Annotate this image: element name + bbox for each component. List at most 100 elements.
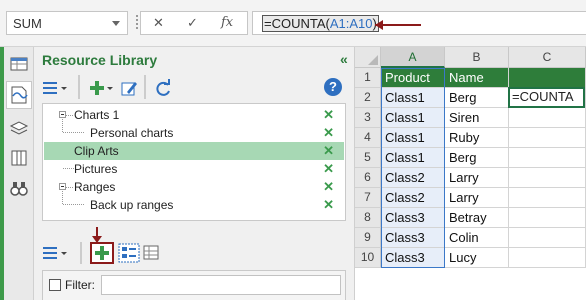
navigation-pane-button[interactable] (8, 53, 30, 75)
grid-view-icon (143, 245, 159, 260)
filter-label: Filter: (65, 278, 95, 292)
collapse-icon[interactable] (59, 183, 66, 190)
row-header-8[interactable]: 8 (355, 208, 381, 228)
cell-c6[interactable] (509, 168, 586, 188)
cell-b3[interactable]: Siren (445, 108, 509, 128)
content-menu-button[interactable] (40, 242, 70, 264)
filter-checkbox[interactable] (49, 279, 61, 291)
cell-b1[interactable]: Name (445, 68, 509, 88)
help-icon[interactable]: ? (324, 78, 342, 96)
cell-b8[interactable]: Betray (445, 208, 509, 228)
row-header-10[interactable]: 10 (355, 248, 381, 268)
cell-a4[interactable]: Class1 (381, 128, 445, 148)
delete-icon[interactable]: ✕ (323, 143, 334, 159)
tree-item-label: Clip Arts (74, 144, 119, 158)
add-icon (95, 246, 109, 260)
worksheet-grid: A B C 1ProductName2Class1Berg=COUNTA3Cla… (355, 47, 586, 300)
cell-c9[interactable] (509, 228, 586, 248)
collapse-icon[interactable] (59, 111, 66, 118)
add-icon (90, 81, 113, 95)
tree-item-label: Charts 1 (74, 108, 120, 122)
row-header-2[interactable]: 2 (355, 88, 381, 108)
row-header-9[interactable]: 9 (355, 228, 381, 248)
cell-b4[interactable]: Ruby (445, 128, 509, 148)
row-header-3[interactable]: 3 (355, 108, 381, 128)
select-all-button[interactable] (355, 47, 381, 68)
formula-input[interactable]: =COUNTA(A1:A10) (252, 11, 586, 35)
delete-icon[interactable]: ✕ (323, 197, 334, 213)
cell-a10[interactable]: Class3 (381, 248, 445, 268)
find-replace-button[interactable] (8, 177, 30, 199)
enter-icon[interactable]: ✓ (187, 15, 198, 31)
delete-icon[interactable]: ✕ (323, 107, 334, 123)
delete-icon[interactable]: ✕ (323, 125, 334, 141)
cell-c4[interactable] (509, 128, 586, 148)
cell-b10[interactable]: Lucy (445, 248, 509, 268)
cell-a2[interactable]: Class1 (381, 88, 445, 108)
cell-a7[interactable]: Class2 (381, 188, 445, 208)
resource-library-panel: Resource Library « ? Charts 1 ✕ Personal… (34, 47, 355, 300)
cell-a1[interactable]: Product (381, 68, 445, 88)
cell-a3[interactable]: Class1 (381, 108, 445, 128)
cell-c8[interactable] (509, 208, 586, 228)
cell-b2[interactable]: Berg (445, 88, 509, 108)
row-header-6[interactable]: 6 (355, 168, 381, 188)
delete-icon[interactable]: ✕ (323, 179, 334, 195)
cell-b9[interactable]: Colin (445, 228, 509, 248)
add-content-button[interactable] (90, 242, 114, 264)
name-manager-button[interactable] (8, 117, 30, 139)
delete-icon[interactable]: ✕ (323, 161, 334, 177)
cancel-icon[interactable]: ✕ (153, 15, 164, 31)
tree-item-clip-arts[interactable]: Clip Arts ✕ (44, 142, 344, 160)
formula-buttons: ✕ ✓ fx (140, 11, 248, 35)
tree-line (66, 187, 74, 188)
cell-c5[interactable] (509, 148, 586, 168)
binoculars-icon (10, 182, 28, 196)
cell-b6[interactable]: Larry (445, 168, 509, 188)
row-header-1[interactable]: 1 (355, 68, 381, 88)
cell-a5[interactable]: Class1 (381, 148, 445, 168)
row-header-5[interactable]: 5 (355, 148, 381, 168)
collapse-panel-icon[interactable]: « (340, 51, 348, 67)
menu-list-icon (43, 82, 67, 94)
column-header-c[interactable]: C (509, 47, 586, 68)
tree-item-charts-1[interactable]: Charts 1 ✕ (44, 106, 344, 124)
row-header-7[interactable]: 7 (355, 188, 381, 208)
tree-item-personal-charts[interactable]: Personal charts ✕ (44, 124, 344, 142)
cell-c7[interactable] (509, 188, 586, 208)
refresh-icon (156, 79, 170, 96)
resource-library-button[interactable] (6, 81, 32, 109)
cell-c10[interactable] (509, 248, 586, 268)
menu-list-icon (43, 247, 67, 259)
insert-function-icon[interactable]: fx (221, 15, 233, 30)
column-header-a[interactable]: A (381, 47, 445, 68)
navigation-strip (0, 47, 34, 300)
row-header-4[interactable]: 4 (355, 128, 381, 148)
menu-button[interactable] (40, 77, 70, 99)
detail-view-button[interactable] (142, 243, 162, 265)
edit-button[interactable] (118, 77, 140, 99)
cell-a9[interactable]: Class3 (381, 228, 445, 248)
add-button[interactable] (86, 77, 116, 99)
cell-a6[interactable]: Class2 (381, 168, 445, 188)
column-list-button[interactable] (8, 147, 30, 169)
name-box[interactable]: SUM (6, 11, 128, 35)
tree-item-ranges[interactable]: Ranges ✕ (44, 178, 344, 196)
filter-input[interactable] (101, 275, 341, 295)
tree-line (66, 115, 74, 116)
columns-icon (11, 150, 27, 166)
cell-b5[interactable]: Berg (445, 148, 509, 168)
column-header-b[interactable]: B (445, 47, 509, 68)
cell-c3[interactable] (509, 108, 586, 128)
chevron-down-icon[interactable] (112, 21, 120, 26)
cell-a8[interactable]: Class3 (381, 208, 445, 228)
tree-item-back-up-ranges[interactable]: Back up ranges ✕ (44, 196, 344, 214)
active-cell-c2[interactable]: =COUNTA (508, 87, 585, 108)
formula-range-ref: A1:A10 (329, 16, 373, 31)
cell-c1[interactable] (509, 68, 586, 88)
refresh-button[interactable] (152, 77, 174, 99)
thumbnail-view-button[interactable] (118, 243, 140, 265)
tree-item-pictures[interactable]: Pictures ✕ (44, 160, 344, 178)
drag-handle[interactable] (136, 15, 138, 31)
cell-b7[interactable]: Larry (445, 188, 509, 208)
